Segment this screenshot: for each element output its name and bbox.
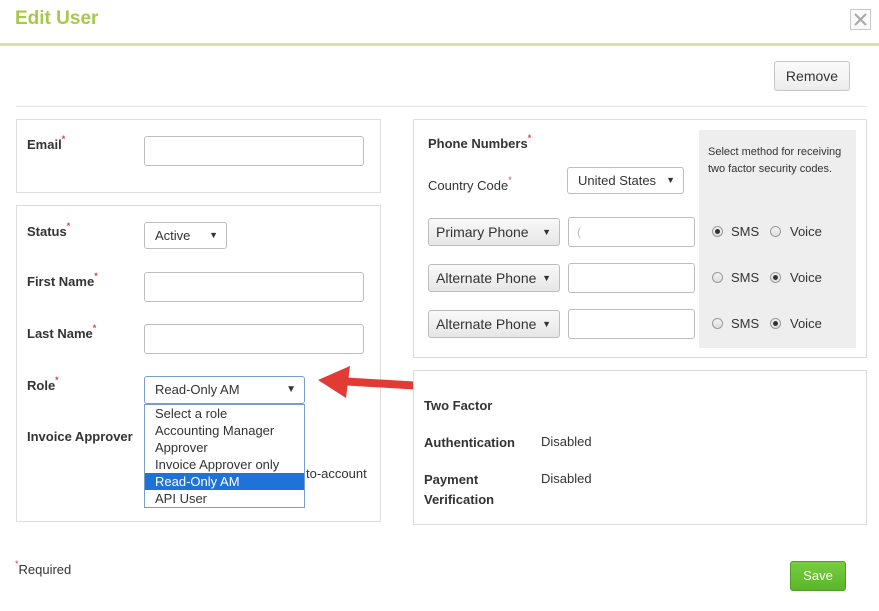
- phone-number-field[interactable]: (: [568, 217, 695, 247]
- header-divider: [0, 43, 879, 46]
- status-value: Active: [155, 228, 191, 243]
- status-select[interactable]: Active ▼: [144, 222, 227, 249]
- country-code-value: United States: [578, 173, 657, 188]
- country-code-select[interactable]: United States ▼: [567, 167, 684, 194]
- last-name-field[interactable]: [144, 324, 364, 354]
- phone-numbers-title: Phone Numbers*: [428, 133, 532, 151]
- voice-radio[interactable]: [770, 226, 781, 237]
- caret-down-icon: ▼: [286, 384, 296, 395]
- role-label: Role*: [27, 375, 59, 393]
- caret-down-icon: ▼: [542, 273, 551, 283]
- role-option[interactable]: Select a role: [145, 405, 304, 422]
- caret-down-icon: ▼: [542, 227, 551, 237]
- two-factor-hint: Select method for receiving two factor s…: [708, 146, 842, 175]
- caret-down-icon: ▼: [666, 175, 675, 185]
- role-dropdown-list[interactable]: Select a role Accounting Manager Approve…: [144, 404, 305, 508]
- first-name-field[interactable]: [144, 272, 364, 302]
- section-divider: [16, 106, 867, 107]
- verification-label: Verification: [424, 492, 495, 507]
- voice-label: Voice: [790, 224, 822, 239]
- email-field[interactable]: [144, 136, 364, 166]
- first-name-label: First Name*: [27, 271, 98, 289]
- role-option[interactable]: API User: [145, 490, 304, 507]
- role-value: Read-Only AM: [155, 382, 240, 397]
- status-label: Status*: [27, 221, 71, 239]
- save-button[interactable]: Save: [790, 561, 846, 591]
- close-button[interactable]: [850, 9, 871, 30]
- sms-radio[interactable]: [712, 226, 723, 237]
- voice-label: Voice: [790, 316, 822, 331]
- last-name-label: Last Name*: [27, 323, 97, 341]
- sms-radio[interactable]: [712, 318, 723, 329]
- role-option-selected[interactable]: Read-Only AM: [145, 473, 304, 490]
- role-select[interactable]: Read-Only AM ▼: [144, 376, 305, 404]
- country-code-label: Country Code*: [428, 175, 512, 193]
- role-option[interactable]: Approver: [145, 439, 304, 456]
- role-option[interactable]: Invoice Approver only: [145, 456, 304, 473]
- phone-type-label: Alternate Phone: [436, 316, 537, 332]
- email-label: Email*: [27, 134, 66, 152]
- close-icon: [854, 13, 867, 26]
- phone-number-field[interactable]: [568, 263, 695, 293]
- caret-down-icon: ▼: [542, 319, 551, 329]
- sms-label: SMS: [731, 270, 760, 285]
- caret-down-icon: ▼: [209, 230, 218, 240]
- voice-radio[interactable]: [770, 272, 781, 283]
- phone-type-label: Alternate Phone: [436, 270, 537, 286]
- payment-label: Payment: [424, 472, 479, 487]
- voice-radio[interactable]: [770, 318, 781, 329]
- phone-type-select[interactable]: Primary Phone ▼: [428, 218, 560, 246]
- sms-label: SMS: [731, 224, 760, 239]
- phone-type-select[interactable]: Alternate Phone ▼: [428, 310, 560, 338]
- payment-verification-value: Disabled: [541, 471, 592, 486]
- phone-number-field[interactable]: [568, 309, 695, 339]
- authentication-label: Authentication: [424, 435, 515, 450]
- sms-label: SMS: [731, 316, 760, 331]
- authentication-value: Disabled: [541, 434, 592, 449]
- role-option[interactable]: Accounting Manager: [145, 422, 304, 439]
- obscured-option-text: to-account: [306, 466, 367, 481]
- dialog-title: Edit User: [15, 8, 99, 29]
- invoice-approver-label: Invoice Approver: [27, 429, 133, 444]
- required-note: *Required: [15, 559, 72, 577]
- phone-type-label: Primary Phone: [436, 224, 529, 240]
- sms-radio[interactable]: [712, 272, 723, 283]
- two-factor-title: Two Factor: [424, 398, 493, 413]
- voice-label: Voice: [790, 270, 822, 285]
- remove-button[interactable]: Remove: [774, 61, 850, 91]
- phone-type-select[interactable]: Alternate Phone ▼: [428, 264, 560, 292]
